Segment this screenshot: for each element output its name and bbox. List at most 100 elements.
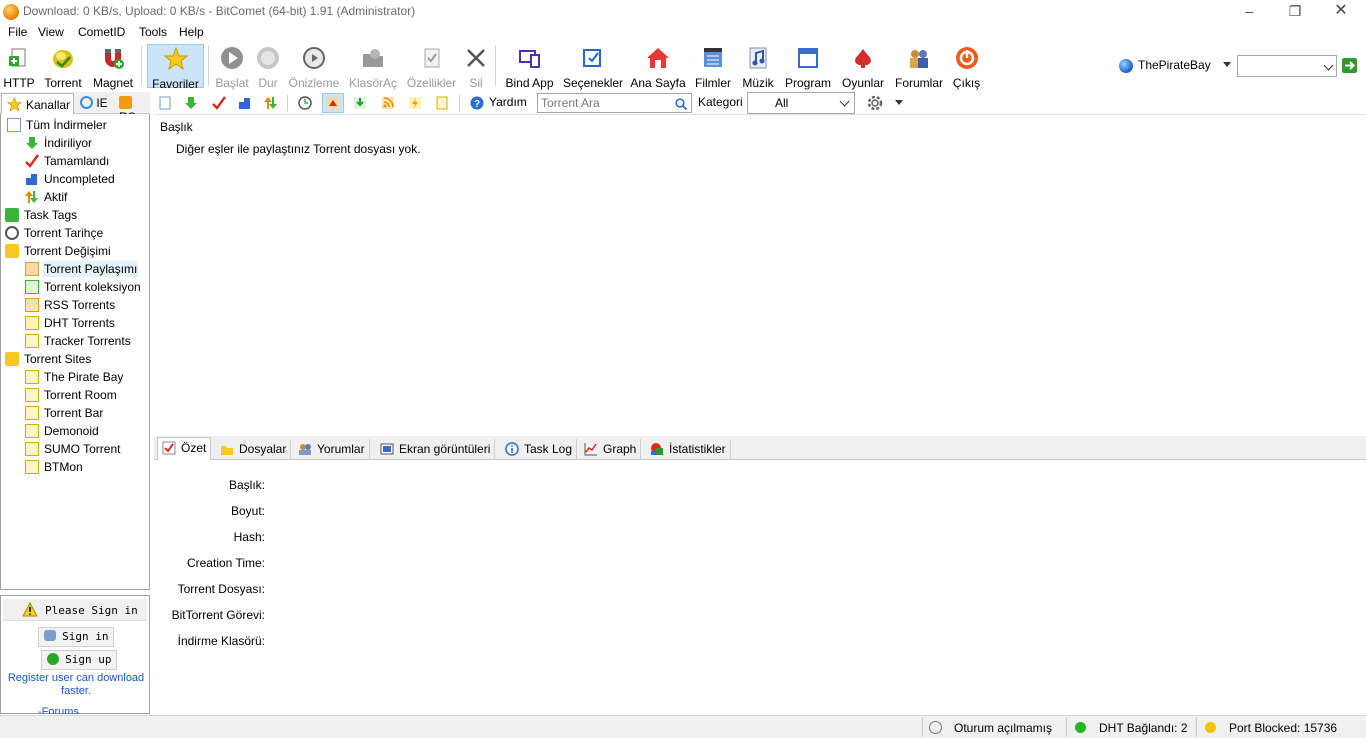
games-button[interactable]: Oyunlar xyxy=(839,44,887,90)
tab-graph[interactable]: Graph xyxy=(580,439,642,460)
clock-icon[interactable] xyxy=(296,94,314,112)
bind-app-button[interactable]: Bind App xyxy=(503,44,556,90)
menu-view[interactable]: View xyxy=(38,25,64,39)
tree-active[interactable]: Aktif xyxy=(25,188,67,206)
tab-comments[interactable]: Yorumlar xyxy=(294,439,370,460)
properties-button[interactable]: Özellikler xyxy=(404,44,459,90)
torrent-search-input[interactable] xyxy=(537,93,692,113)
detail-title-label: Başlık: xyxy=(228,478,265,492)
tree-site-item[interactable]: SUMO Torrent xyxy=(25,440,120,458)
options-button[interactable]: Seçenekler xyxy=(563,44,623,90)
options-icon xyxy=(581,46,605,70)
site-dropdown-icon[interactable] xyxy=(1223,62,1231,67)
session-status-icon[interactable] xyxy=(929,721,942,734)
tree-completed[interactable]: Tamamlandı xyxy=(25,152,109,170)
dht-status[interactable]: DHT Bağlandı: 2 xyxy=(1099,721,1188,735)
tree-downloading[interactable]: İndiriliyor xyxy=(25,134,92,152)
music-button[interactable]: Müzik xyxy=(739,44,777,90)
tab-task-log[interactable]: Task Log xyxy=(501,439,578,460)
forums-link[interactable]: -Forums xyxy=(38,706,79,714)
register-note-link[interactable]: Register user can download faster. xyxy=(5,672,147,698)
up-down-arrows-icon[interactable] xyxy=(262,94,280,112)
home-button[interactable]: Ana Sayfa xyxy=(629,44,687,90)
search-icon[interactable] xyxy=(675,98,687,110)
program-button[interactable]: Program xyxy=(782,44,834,90)
magnet-button[interactable]: Magnet xyxy=(89,44,137,90)
exit-button[interactable]: Çıkış xyxy=(951,44,982,90)
sign-in-button[interactable]: Sign in xyxy=(38,627,114,647)
help-label[interactable]: Yardım xyxy=(489,95,527,109)
session-status[interactable]: Oturum açılmamış xyxy=(954,721,1052,735)
share-icon xyxy=(25,262,39,276)
sign-up-button[interactable]: Sign up xyxy=(41,650,117,670)
go-arrow-icon[interactable] xyxy=(1342,58,1357,73)
category-tree: Tüm İndirmeler İndiriliyor Tamamlandı Un… xyxy=(0,114,150,590)
menu-help[interactable]: Help xyxy=(179,25,204,39)
tab-files[interactable]: Dosyalar xyxy=(216,439,292,460)
gear-icon[interactable] xyxy=(866,94,884,115)
statistics-icon xyxy=(650,442,664,456)
tree-task-tags[interactable]: Task Tags xyxy=(5,206,77,224)
sign-up-label: Sign up xyxy=(65,653,112,666)
tracker-icon xyxy=(25,334,39,348)
new-document-icon[interactable] xyxy=(156,94,174,112)
comments-icon xyxy=(298,442,312,456)
close-button[interactable]: ✕ xyxy=(1318,0,1364,24)
down-arrow-icon[interactable] xyxy=(182,94,200,112)
minimize-button[interactable]: – xyxy=(1226,0,1272,24)
http-button[interactable]: HTTP xyxy=(2,44,36,90)
stop-button[interactable]: Dur xyxy=(253,44,283,90)
checkmark-icon[interactable] xyxy=(210,94,228,112)
tag-icon xyxy=(5,208,19,222)
dht-icon[interactable] xyxy=(406,94,424,112)
tree-site-item[interactable]: BTMon xyxy=(25,458,83,476)
settings-dropdown-icon[interactable] xyxy=(895,100,903,105)
menu-file[interactable]: File xyxy=(8,25,27,39)
start-button[interactable]: Başlat xyxy=(214,44,250,90)
site-search-combo[interactable] xyxy=(1237,55,1337,77)
menu-tools[interactable]: Tools xyxy=(139,25,167,39)
uncompleted-icon[interactable] xyxy=(236,94,254,112)
tree-torrent-collection[interactable]: Torrent koleksiyon xyxy=(25,278,141,296)
tree-rss-torrents[interactable]: RSS Torrents xyxy=(25,296,115,314)
tree-site-item[interactable]: Torrent Room xyxy=(25,386,117,404)
torrent-search-field[interactable] xyxy=(538,94,668,112)
tree-tracker-torrents[interactable]: Tracker Torrents xyxy=(25,332,131,350)
program-icon xyxy=(796,46,820,70)
forums-button[interactable]: Forumlar xyxy=(892,44,946,90)
preview-button[interactable]: Önizleme xyxy=(287,44,341,90)
category-select[interactable]: All xyxy=(747,92,855,114)
collection-icon[interactable] xyxy=(351,94,369,112)
help-icon[interactable]: ? xyxy=(468,94,486,112)
restore-button[interactable]: ❐ xyxy=(1272,0,1318,24)
tab-screenshots[interactable]: Ekran görüntüleri xyxy=(376,439,496,460)
tree-uncompleted[interactable]: Uncompleted xyxy=(25,170,115,188)
site-name[interactable]: ThePirateBay xyxy=(1138,58,1211,72)
column-header-title[interactable]: Başlık xyxy=(160,120,193,134)
tree-site-item[interactable]: Demonoid xyxy=(25,422,99,440)
magnet-label: Magnet xyxy=(92,76,134,90)
tree-torrent-exchange[interactable]: Torrent Değişimi xyxy=(5,242,111,260)
movies-button[interactable]: Filmler xyxy=(692,44,734,90)
share-icon[interactable] xyxy=(322,93,344,113)
tab-statistics[interactable]: İstatistikler xyxy=(646,439,731,460)
torrent-button[interactable]: Torrent xyxy=(40,44,86,90)
tree-site-item[interactable]: Torrent Bar xyxy=(25,404,103,422)
tree-torrent-sharing[interactable]: Torrent Paylaşımı xyxy=(25,260,139,278)
rss-icon[interactable] xyxy=(379,94,397,112)
tab-channels[interactable]: Kanallar xyxy=(1,93,74,114)
tracker-icon[interactable] xyxy=(433,94,451,112)
site-icon xyxy=(25,460,39,474)
tree-torrent-history[interactable]: Torrent Tarihçe xyxy=(5,224,103,242)
port-status[interactable]: Port Blocked: 15736 xyxy=(1229,721,1337,735)
open-folder-button[interactable]: KlasörAç xyxy=(347,44,399,90)
tab-ie[interactable]: IE xyxy=(80,96,108,110)
tree-all-downloads[interactable]: Tüm İndirmeler xyxy=(7,116,107,134)
tree-torrent-sites[interactable]: Torrent Sites xyxy=(5,350,91,368)
favorites-button[interactable]: Favoriler xyxy=(147,44,204,91)
menu-cometid[interactable]: CometID xyxy=(78,25,125,39)
tree-site-item[interactable]: The Pirate Bay xyxy=(25,368,123,386)
tree-dht-torrents[interactable]: DHT Torrents xyxy=(25,314,115,332)
delete-button[interactable]: Sil xyxy=(462,44,490,90)
tab-summary[interactable]: Özet xyxy=(157,437,212,461)
